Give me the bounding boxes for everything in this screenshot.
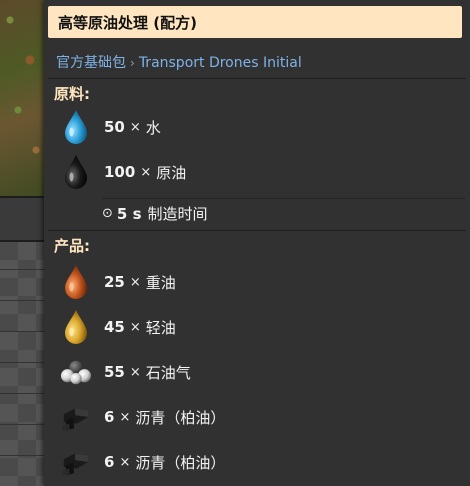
products-label: 产品: (54, 237, 90, 255)
divider (102, 198, 466, 199)
petroleum-gas-icon (60, 353, 92, 391)
product-row: 25 × 重油 (60, 262, 176, 302)
multiply-sign: × (129, 319, 141, 335)
product-name: 重油 (145, 273, 176, 292)
product-name: 沥青（柏油） (135, 408, 226, 427)
product-name: 沥青（柏油） (135, 453, 226, 472)
recipe-tooltip: 高等原油处理 (配方) 官方基础包 › Transport Drones Initi… (44, 0, 470, 486)
craft-time: ⊙ 5 s 制造时间 (102, 203, 208, 224)
water-drop-icon (60, 108, 92, 146)
multiply-sign: × (119, 409, 131, 425)
crude-oil-drop-icon (60, 153, 92, 191)
product-name: 轻油 (145, 318, 176, 337)
product-row: 45 × 轻油 (60, 307, 176, 347)
ingredient-name: 水 (145, 118, 161, 137)
ingredients-label: 原料: (54, 85, 90, 103)
craft-time-seconds: 5 s (116, 204, 142, 223)
heavy-oil-drop-icon (60, 263, 92, 301)
breadcrumb-mod[interactable]: 官方基础包 (56, 55, 126, 71)
product-amount: 6 (104, 408, 115, 426)
product-amount: 25 (104, 273, 125, 291)
divider (48, 230, 466, 231)
product-row: 6 × 沥青（柏油） (60, 442, 225, 482)
product-amount: 55 (104, 363, 125, 381)
ingredient-row: 50 × 水 (60, 107, 161, 147)
clock-icon: ⊙ (102, 206, 113, 221)
ingredient-name: 原油 (156, 163, 187, 182)
multiply-sign: × (129, 119, 141, 135)
ingredient-amount: 50 (104, 118, 125, 136)
ingredient-amount: 100 (104, 163, 136, 181)
multiply-sign: × (129, 364, 141, 380)
craft-time-label: 制造时间 (147, 205, 208, 223)
product-amount: 6 (104, 453, 115, 471)
recipe-title: 高等原油处理 (配方) (58, 14, 197, 32)
breadcrumb-source[interactable]: Transport Drones Initial (139, 55, 302, 71)
game-world-background (0, 0, 48, 196)
breadcrumb-separator: › (130, 56, 135, 70)
product-row: 55 × 石油气 (60, 352, 191, 392)
multiply-sign: × (129, 274, 141, 290)
asphalt-icon (60, 398, 92, 436)
multiply-sign: × (119, 454, 131, 470)
product-amount: 45 (104, 318, 125, 336)
product-name: 石油气 (145, 363, 191, 382)
divider (48, 78, 466, 79)
background-inventory-grid (0, 242, 48, 486)
mod-breadcrumb: 官方基础包 › Transport Drones Initial (56, 52, 302, 72)
product-row: 6 × 沥青（柏油） (60, 397, 225, 437)
background-toolbar (0, 196, 48, 242)
asphalt-icon (60, 443, 92, 481)
ingredient-row: 100 × 原油 (60, 152, 186, 192)
tooltip-title-bar: 高等原油处理 (配方) (48, 6, 462, 38)
multiply-sign: × (140, 164, 152, 180)
light-oil-drop-icon (60, 308, 92, 346)
